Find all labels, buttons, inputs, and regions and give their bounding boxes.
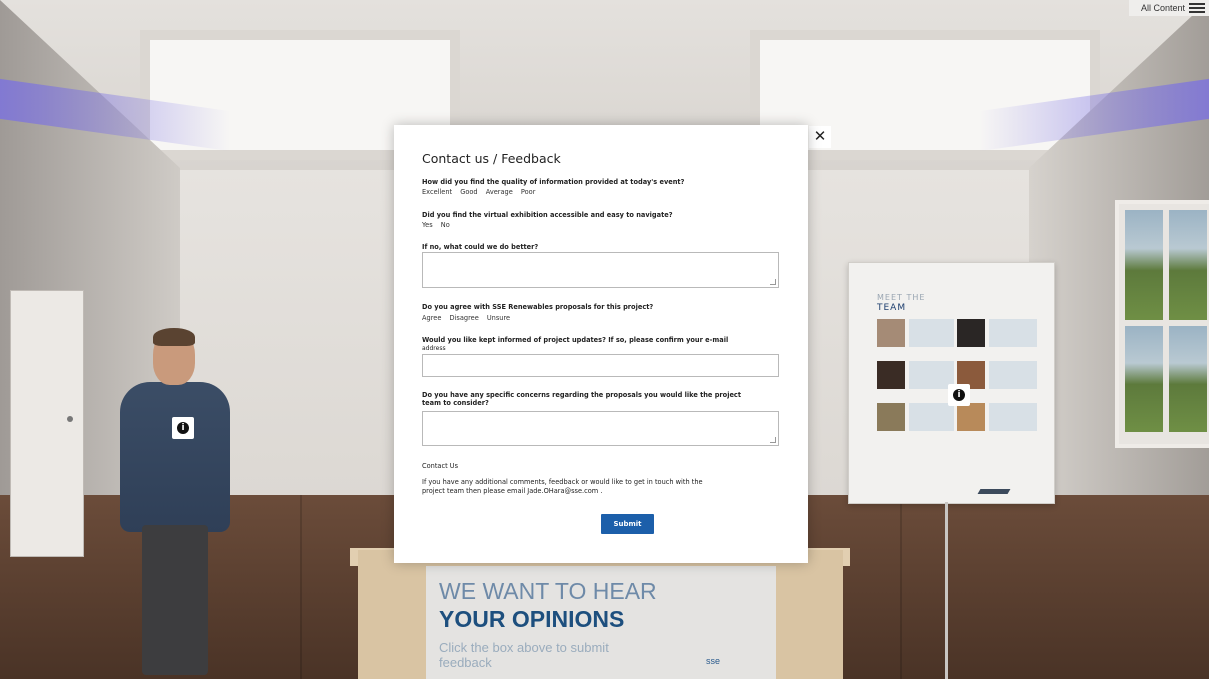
accessible-options: Yes No xyxy=(422,221,456,229)
feedback-modal: Contact us / Feedback How did you find t… xyxy=(394,125,808,563)
sse-logo-mark xyxy=(977,489,1011,494)
question-concerns-line2: team to consider? xyxy=(422,399,489,407)
contact-text-line1: If you have any additional comments, fee… xyxy=(422,478,703,486)
board-stand xyxy=(945,502,948,679)
option-yes[interactable]: Yes xyxy=(422,221,433,229)
team-member-photo xyxy=(957,403,985,431)
quality-options: Excellent Good Average Poor xyxy=(422,188,541,196)
option-unsure[interactable]: Unsure xyxy=(487,314,510,322)
option-agree[interactable]: Agree xyxy=(422,314,441,322)
question-improve: If no, what could we do better? xyxy=(422,243,539,251)
question-updates-line1: Would you like kept informed of project … xyxy=(422,336,729,344)
question-concerns-line1: Do you have any specific concerns regard… xyxy=(422,391,741,399)
close-icon[interactable]: ✕ xyxy=(809,126,831,148)
team-member-photo xyxy=(877,403,905,431)
team-board-title: TEAM xyxy=(877,303,907,313)
option-excellent[interactable]: Excellent xyxy=(422,188,452,196)
door xyxy=(10,290,84,557)
resize-handle[interactable] xyxy=(770,437,776,443)
resize-handle[interactable] xyxy=(770,279,776,285)
door-handle xyxy=(67,416,73,422)
option-good[interactable]: Good xyxy=(460,188,477,196)
agree-options: Agree Disagree Unsure xyxy=(422,314,516,322)
question-accessible: Did you find the virtual exhibition acce… xyxy=(422,211,673,219)
feedback-table-panel[interactable]: WE WANT TO HEAR YOUR OPINIONS Click the … xyxy=(426,566,776,679)
team-member-photo xyxy=(877,361,905,389)
question-updates: Would you like kept informed of project … xyxy=(422,336,728,344)
question-quality: How did you find the quality of informat… xyxy=(422,178,685,186)
team-member-bar xyxy=(989,319,1037,347)
contact-text-line2: project team then please email Jade.OHar… xyxy=(422,487,603,495)
panel-heading-line1: WE WANT TO HEAR xyxy=(439,578,657,604)
team-member-bar xyxy=(909,403,954,431)
question-concerns: Do you have any specific concerns regard… xyxy=(422,391,741,407)
team-board-title-top: MEET THE xyxy=(877,293,926,302)
presenter-info-icon[interactable]: i xyxy=(172,417,194,439)
question-updates-line2: address xyxy=(422,345,446,352)
team-member-bar xyxy=(989,361,1037,389)
submit-button[interactable]: Submit xyxy=(601,514,654,534)
all-content-label: All Content xyxy=(1140,3,1185,13)
panel-heading-line2: YOUR OPINIONS xyxy=(439,606,625,632)
contact-text: If you have any additional comments, fee… xyxy=(422,478,703,496)
option-no[interactable]: No xyxy=(441,221,450,229)
team-member-bar xyxy=(989,403,1037,431)
presenter-avatar xyxy=(110,328,240,679)
improve-textarea[interactable] xyxy=(422,252,779,288)
hamburger-icon[interactable] xyxy=(1189,3,1205,13)
email-input[interactable] xyxy=(422,354,779,377)
team-member-photo xyxy=(877,319,905,347)
question-agree: Do you agree with SSE Renewables proposa… xyxy=(422,303,654,311)
team-board-info-icon[interactable]: i xyxy=(948,384,970,406)
team-member-photo xyxy=(957,319,985,347)
floor-board-line xyxy=(300,495,302,679)
modal-title: Contact us / Feedback xyxy=(422,151,561,166)
option-poor[interactable]: Poor xyxy=(521,188,536,196)
team-member-bar xyxy=(909,319,954,347)
meet-the-team-board[interactable]: MEET THE TEAM xyxy=(848,262,1055,504)
sse-logo: sse xyxy=(706,656,721,666)
option-average[interactable]: Average xyxy=(486,188,513,196)
concerns-textarea[interactable] xyxy=(422,411,779,446)
option-disagree[interactable]: Disagree xyxy=(450,314,479,322)
contact-heading: Contact Us xyxy=(422,462,459,470)
panel-subtext: Click the box above to submit feedback xyxy=(439,640,609,670)
all-content-menu[interactable]: All Content xyxy=(1129,0,1209,16)
window xyxy=(1115,200,1209,448)
floor-board-line xyxy=(900,495,902,679)
